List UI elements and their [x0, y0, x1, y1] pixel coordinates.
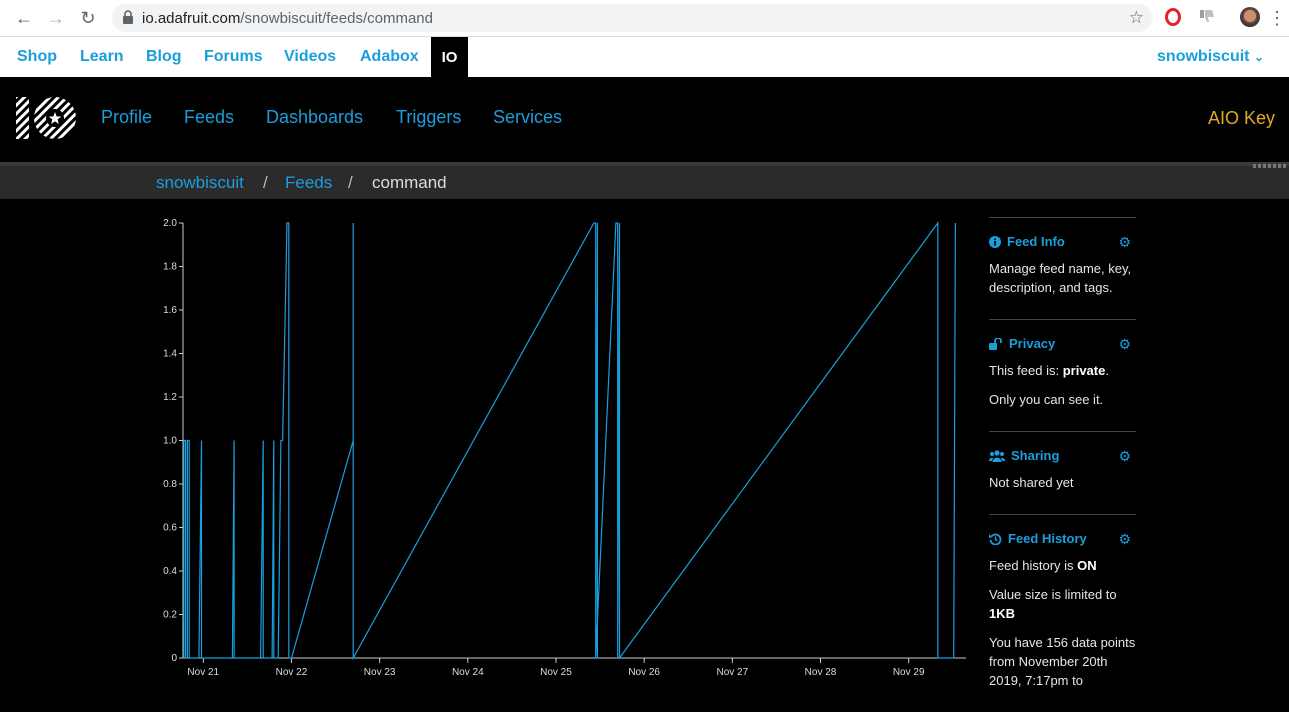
x-tick-label: Nov 23: [364, 667, 396, 678]
io-nav-services[interactable]: Services: [493, 107, 562, 128]
y-tick-label: 0: [171, 653, 177, 664]
y-tick-label: 0.8: [163, 479, 177, 490]
lock-icon: [123, 10, 133, 24]
adafruit-io-logo[interactable]: [16, 95, 78, 141]
y-tick-label: 1.2: [163, 392, 177, 403]
reload-icon[interactable]: ↻: [76, 6, 100, 30]
user-name: snowbiscuit: [1157, 48, 1250, 65]
y-tick-label: 1.0: [163, 436, 177, 447]
aio-key-button[interactable]: AIO Key: [1208, 108, 1275, 129]
io-nav-dashboards[interactable]: Dashboards: [266, 107, 363, 128]
breadcrumb: snowbiscuit / Feeds / command: [0, 162, 1289, 199]
unlock-icon: [989, 337, 1002, 350]
x-tick-label: Nov 22: [276, 667, 308, 678]
feed-info-text: Manage feed name, key, description, and …: [989, 261, 1132, 295]
breadcrumb-separator: /: [348, 173, 353, 192]
breadcrumb-feeds[interactable]: Feeds: [285, 173, 332, 193]
feed-info-label: Feed Info: [1007, 234, 1065, 249]
y-tick-label: 0.2: [163, 610, 177, 621]
y-tick-label: 0.4: [163, 566, 177, 577]
topbar-link-blog[interactable]: Blog: [146, 48, 182, 66]
y-tick-label: 0.6: [163, 523, 177, 534]
history-panel: Feed History ⚙ Feed history is ON Value …: [989, 514, 1136, 712]
sharing-gear-icon[interactable]: ⚙: [1118, 448, 1131, 465]
io-nav-feeds[interactable]: Feeds: [184, 107, 234, 128]
sharing-text: Not shared yet: [989, 475, 1074, 490]
topbar-tab-io[interactable]: IO: [431, 37, 468, 77]
browser-menu-icon[interactable]: ⋮: [1268, 6, 1286, 30]
history-size-limit: Value size is limited to 1KB: [989, 587, 1117, 621]
chevron-down-icon: ⌄: [1253, 50, 1264, 64]
history-icon: [989, 533, 1002, 545]
topbar-link-shop[interactable]: Shop: [17, 48, 57, 66]
history-title[interactable]: Feed History: [989, 531, 1136, 546]
user-menu[interactable]: snowbiscuit ⌄: [1157, 48, 1264, 66]
address-bar[interactable]: io.adafruit.com/snowbiscuit/feeds/comman…: [112, 4, 1152, 32]
resize-grip: [1253, 164, 1287, 168]
feed-info-panel: Feed Info ⚙ Manage feed name, key, descr…: [989, 217, 1136, 319]
x-tick-label: Nov 24: [452, 667, 484, 678]
history-count: You have 156 data points from November 2…: [989, 635, 1136, 688]
x-tick-label: Nov 21: [187, 667, 219, 678]
x-tick-label: Nov 25: [540, 667, 572, 678]
topbar-link-learn[interactable]: Learn: [80, 48, 124, 66]
breadcrumb-separator: /: [263, 173, 268, 192]
x-tick-label: Nov 28: [805, 667, 837, 678]
topbar-link-forums[interactable]: Forums: [204, 48, 263, 66]
io-header: Profile Feeds Dashboards Triggers Servic…: [0, 77, 1289, 162]
privacy-title[interactable]: Privacy: [989, 336, 1136, 351]
history-gear-icon[interactable]: ⚙: [1118, 531, 1131, 548]
x-tick-label: Nov 26: [628, 667, 660, 678]
y-tick-label: 1.6: [163, 305, 177, 316]
feed-line-chart[interactable]: 0 0.2 0.4 0.6 0.8 1.0 1.2 1.4 1.6 1.8 2.0 Nov 21 Nov…: [145, 205, 975, 690]
url-text: io.adafruit.com/snowbiscuit/feeds/comman…: [142, 10, 433, 27]
opera-extension-icon[interactable]: [1165, 8, 1181, 26]
browser-toolbar: ← → ↻ io.adafruit.com/snowbiscuit/feeds/…: [0, 0, 1289, 37]
bookmark-star-icon[interactable]: ☆: [1129, 8, 1144, 28]
info-icon: [989, 235, 1001, 248]
breadcrumb-current: command: [372, 173, 447, 192]
x-tick-label: Nov 29: [893, 667, 925, 678]
privacy-gear-icon[interactable]: ⚙: [1118, 336, 1131, 353]
sharing-label: Sharing: [1011, 448, 1060, 463]
x-tick-label: Nov 27: [716, 667, 748, 678]
topbar-link-videos[interactable]: Videos: [284, 48, 336, 66]
privacy-status: This feed is: private.: [989, 363, 1109, 378]
io-nav-profile[interactable]: Profile: [101, 107, 152, 128]
adafruit-topbar: Shop Learn Blog Forums Videos Adabox IO …: [0, 37, 1289, 77]
y-tick-label: 1.8: [163, 262, 177, 273]
profile-avatar[interactable]: [1240, 7, 1260, 27]
y-tick-label: 2.0: [163, 218, 177, 229]
feed-sidebar: Feed Info ⚙ Manage feed name, key, descr…: [989, 217, 1136, 712]
sharing-title[interactable]: Sharing: [989, 448, 1136, 463]
history-label: Feed History: [1008, 531, 1087, 546]
users-icon: [989, 449, 1005, 462]
thumbs-down-extension-icon[interactable]: [1198, 7, 1216, 25]
breadcrumb-user[interactable]: snowbiscuit: [156, 173, 244, 193]
privacy-note: Only you can see it.: [989, 392, 1104, 407]
back-icon[interactable]: ←: [12, 6, 36, 30]
privacy-label: Privacy: [1009, 336, 1056, 351]
series-line: [183, 221, 956, 661]
topbar-link-adabox[interactable]: Adabox: [360, 48, 419, 66]
io-nav-triggers[interactable]: Triggers: [396, 107, 461, 128]
history-status: Feed history is ON: [989, 558, 1097, 573]
forward-icon[interactable]: →: [44, 6, 68, 30]
sharing-panel: Sharing ⚙ Not shared yet: [989, 431, 1136, 514]
privacy-panel: Privacy ⚙ This feed is: private. Only yo…: [989, 319, 1136, 431]
feed-info-gear-icon[interactable]: ⚙: [1118, 234, 1131, 251]
feed-info-title[interactable]: Feed Info: [989, 234, 1136, 249]
y-tick-label: 1.4: [163, 349, 177, 360]
